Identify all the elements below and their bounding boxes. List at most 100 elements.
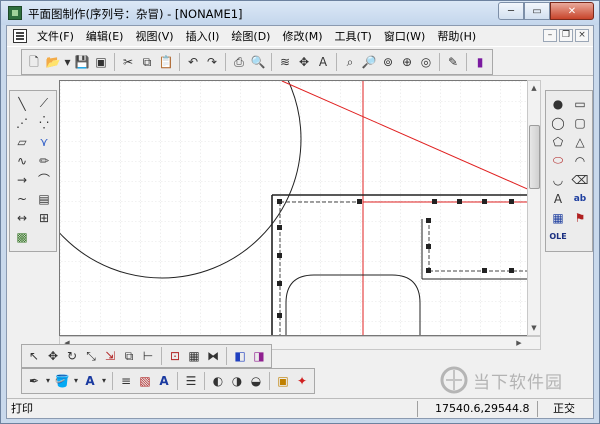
align-center-icon[interactable]: ◑ xyxy=(228,372,246,390)
mirror-icon[interactable]: ⧓ xyxy=(204,347,222,365)
scroll-down-icon[interactable]: ▼ xyxy=(528,321,540,335)
scroll-up-icon[interactable]: ▲ xyxy=(528,81,540,95)
vertical-scroll-thumb[interactable] xyxy=(529,125,540,189)
hatch-icon[interactable]: ▤ xyxy=(34,189,54,208)
menu-draw[interactable]: 绘图(D) xyxy=(225,28,276,44)
table-icon[interactable]: ▦ xyxy=(548,208,568,227)
stretch-icon[interactable]: ⇲ xyxy=(101,347,119,365)
freehand-icon[interactable]: ◡ xyxy=(548,170,568,189)
image-icon[interactable]: ▩ xyxy=(12,227,32,246)
zoom-all-icon[interactable]: ◎ xyxy=(417,53,435,71)
line-style-icon[interactable]: ☰ xyxy=(182,372,200,390)
mdi-minimize-button[interactable]: – xyxy=(543,29,557,42)
status-ortho-mode[interactable]: 正交 xyxy=(553,401,575,417)
new-doc-icon[interactable]: 🗋 xyxy=(25,53,43,71)
cut-icon[interactable]: ✂ xyxy=(119,53,137,71)
paste-icon[interactable]: 📋 xyxy=(157,53,175,71)
dotted-line-icon[interactable]: ⋰ xyxy=(12,113,32,132)
text-box-icon[interactable]: ab xyxy=(570,189,590,208)
ole-object-icon[interactable]: OLE xyxy=(548,227,568,246)
curve-icon[interactable]: ∿ xyxy=(12,151,32,170)
menu-tools[interactable]: 工具(T) xyxy=(329,28,378,44)
font-color-icon[interactable]: A xyxy=(81,372,99,390)
menu-file[interactable]: 文件(F) xyxy=(31,28,80,44)
menu-view[interactable]: 视图(V) xyxy=(129,28,179,44)
send-back-icon[interactable]: ◨ xyxy=(250,347,268,365)
copy-object-icon[interactable]: ⧉ xyxy=(120,347,138,365)
spline-icon[interactable]: ~ xyxy=(12,189,32,208)
arc-icon[interactable]: ⌒ xyxy=(34,170,54,189)
symbol-icon[interactable]: ⚑ xyxy=(570,208,590,227)
pentagon-icon[interactable]: ⬠ xyxy=(548,132,568,151)
mdi-restore-button[interactable]: ❐ xyxy=(559,29,573,42)
color-fill-icon[interactable]: ▮ xyxy=(471,53,489,71)
menu-edit[interactable]: 编辑(E) xyxy=(80,28,130,44)
menu-help[interactable]: 帮助(H) xyxy=(431,28,482,44)
point-icon[interactable]: ⁛ xyxy=(34,113,54,132)
magic-icon[interactable]: ✦ xyxy=(293,372,311,390)
rounded-rect-icon[interactable]: ▢ xyxy=(570,113,590,132)
rectangle-icon[interactable]: ▭ xyxy=(570,94,590,113)
highlight-icon[interactable]: ▣ xyxy=(274,372,292,390)
wall-icon[interactable]: ▱ xyxy=(12,132,32,151)
menu-modify[interactable]: 修改(M) xyxy=(276,28,328,44)
polyline-icon[interactable]: ⟋ xyxy=(34,94,54,113)
zoom-extents-icon[interactable]: ⊚ xyxy=(379,53,397,71)
align-right-icon[interactable]: ◒ xyxy=(247,372,265,390)
dot-icon[interactable]: ● xyxy=(548,94,568,113)
ellipse-icon[interactable]: ⬭ xyxy=(548,151,568,170)
eraser-icon[interactable]: ⌫ xyxy=(570,170,590,189)
save-icon[interactable]: 💾 xyxy=(73,53,91,71)
move-icon[interactable]: ✥ xyxy=(44,347,62,365)
select-icon[interactable]: ↖ xyxy=(25,347,43,365)
line-weight-icon[interactable]: ≡ xyxy=(117,372,135,390)
half-circle-icon[interactable]: ◠ xyxy=(570,151,590,170)
dropdown-arrow-icon[interactable]: ▾ xyxy=(72,372,80,390)
pencil-icon[interactable]: ✏ xyxy=(34,151,54,170)
bring-front-icon[interactable]: ◧ xyxy=(231,347,249,365)
measure-distance-icon[interactable]: ⊢ xyxy=(139,347,157,365)
arrow-icon[interactable]: → xyxy=(12,170,32,189)
print-preview-icon[interactable]: 🔍 xyxy=(249,53,267,71)
zoom-realtime-icon[interactable]: 🔎 xyxy=(360,53,378,71)
print-icon[interactable]: ⎙ xyxy=(230,53,248,71)
vertical-scrollbar[interactable]: ▲ ▼ xyxy=(527,80,541,336)
text-style-icon[interactable]: A xyxy=(314,53,332,71)
document-icon[interactable] xyxy=(13,29,27,43)
circle-icon[interactable]: ◯ xyxy=(548,113,568,132)
line-icon[interactable]: ╲ xyxy=(12,94,32,113)
dropdown-arrow-icon[interactable]: ▾ xyxy=(100,372,108,390)
menu-insert[interactable]: 插入(I) xyxy=(180,28,226,44)
menu-window[interactable]: 窗口(W) xyxy=(378,28,431,44)
zoom-center-icon[interactable]: ⊕ xyxy=(398,53,416,71)
triangle-icon[interactable]: △ xyxy=(570,132,590,151)
snap-icon[interactable]: ✥ xyxy=(295,53,313,71)
close-button[interactable]: ✕ xyxy=(550,2,594,20)
text-bold-icon[interactable]: A xyxy=(155,372,173,390)
mdi-close-button[interactable]: × xyxy=(575,29,589,42)
fill-color-icon[interactable]: 🪣 xyxy=(53,372,71,390)
dropdown-arrow-icon[interactable]: ▾ xyxy=(44,372,52,390)
redo-icon[interactable]: ↷ xyxy=(203,53,221,71)
dropdown-arrow-icon[interactable]: ▾ xyxy=(63,53,72,71)
drawing-canvas[interactable] xyxy=(59,80,540,336)
align-left-icon[interactable]: ◐ xyxy=(209,372,227,390)
undo-icon[interactable]: ↶ xyxy=(184,53,202,71)
save-all-icon[interactable]: ▣ xyxy=(92,53,110,71)
dimension-icon[interactable]: ↔ xyxy=(12,208,32,227)
title-bar[interactable]: 平面图制作(序列号：杂冒) - [NONAME1] ─ ▭ ✕ xyxy=(1,1,599,25)
hatch-pattern-icon[interactable]: ▧ xyxy=(136,372,154,390)
zoom-window-icon[interactable]: ⌕ xyxy=(341,53,359,71)
measure-icon[interactable]: ✎ xyxy=(444,53,462,71)
rotate-icon[interactable]: ↻ xyxy=(63,347,81,365)
maximize-button[interactable]: ▭ xyxy=(524,2,550,20)
scale-icon[interactable]: ⤡ xyxy=(82,347,100,365)
block-icon[interactable]: ⊞ xyxy=(34,208,54,227)
copy-icon[interactable]: ⧉ xyxy=(138,53,156,71)
layers-icon[interactable]: ≋ xyxy=(276,53,294,71)
minimize-button[interactable]: ─ xyxy=(498,2,524,20)
group-icon[interactable]: ⊡ xyxy=(166,347,184,365)
zigzag-icon[interactable]: ⋎ xyxy=(34,132,54,151)
pen-color-icon[interactable]: ✒ xyxy=(25,372,43,390)
open-folder-icon[interactable]: 📂 xyxy=(44,53,62,71)
